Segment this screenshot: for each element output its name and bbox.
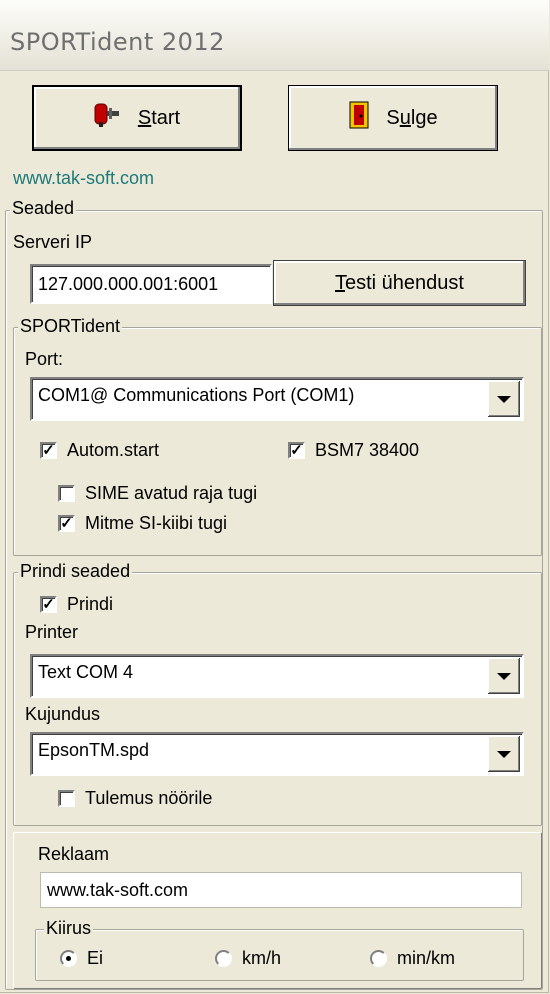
printer-select-value: Text COM 4 [38,662,134,682]
kiirus-group-title: Kiirus [44,918,94,939]
port-select[interactable]: COM1@ Communications Port (COM1) [30,377,524,421]
autom-start-label: Autom.start [67,440,160,460]
mitme-checkbox[interactable]: ✓ Mitme SI-kiibi tugi [58,513,227,534]
radio-unselected-icon [215,950,232,967]
prindi-label: Prindi [67,594,114,614]
stopwatch-icon [94,102,124,134]
app-window: SPORTident 2012 Start Sulge www.tak-soft… [0,0,549,993]
kiirus-option-kmh-label: km/h [242,948,282,968]
kujundus-select[interactable]: EpsonTM.spd [30,732,524,776]
dropdown-arrow-icon[interactable] [488,381,520,417]
radio-selected-icon [60,950,77,967]
reklaam-field[interactable]: www.tak-soft.com [40,872,522,908]
tulemus-check-icon [58,790,75,807]
printer-label: Printer [25,622,79,642]
mitme-check-icon: ✓ [58,515,75,532]
sime-label: SIME avatud raja tugi [85,483,258,503]
radio-unselected-icon [370,950,387,967]
kiirus-option-kmh[interactable]: km/h [215,948,281,969]
server-ip-field[interactable]: 127.000.000.001:6001 [30,264,272,304]
sime-check-icon [58,485,75,502]
prindi-check-icon: ✓ [40,596,57,613]
close-button-label: Sulge [386,106,438,129]
settings-group-title: Seaded [10,198,77,219]
tulemus-label: Tulemus nöörile [85,788,213,808]
start-button-label: Start [137,106,181,129]
reklaam-label: Reklaam [38,844,110,864]
bsm7-check-icon: ✓ [288,442,305,459]
mitme-label: Mitme SI-kiibi tugi [85,513,228,533]
exit-door-icon [348,101,372,135]
kujundus-select-value: EpsonTM.spd [38,740,150,760]
port-label: Port: [25,349,64,369]
server-ip-label: Serveri IP [13,232,93,252]
dropdown-arrow-icon[interactable] [488,736,520,772]
kiirus-option-minkm[interactable]: min/km [370,948,455,969]
window-title: SPORTident 2012 [10,28,225,56]
test-connection-label: Testi ühendust [335,271,464,294]
kiirus-option-ei-label: Ei [87,948,104,968]
test-connection-button[interactable]: Testi ühendust [273,260,526,306]
autom-start-check-icon: ✓ [40,442,57,459]
kiirus-option-minkm-label: min/km [397,948,455,968]
title-bar: SPORTident 2012 [0,0,549,71]
kujundus-label: Kujundus [25,704,101,724]
kiirus-option-ei[interactable]: Ei [60,948,103,969]
printer-select[interactable]: Text COM 4 [30,654,524,698]
bsm7-label: BSM7 38400 [315,440,420,460]
print-settings-group-title: Prindi seaded [18,561,133,582]
bsm7-checkbox[interactable]: ✓ BSM7 38400 [288,440,419,461]
sportident-group-title: SPORTident [18,316,123,337]
sime-checkbox[interactable]: SIME avatud raja tugi [58,483,257,504]
dropdown-arrow-icon[interactable] [488,658,520,694]
close-button[interactable]: Sulge [288,85,498,151]
website-link[interactable]: www.tak-soft.com [13,168,154,189]
start-button[interactable]: Start [32,85,242,151]
prindi-checkbox[interactable]: ✓ Prindi [40,594,113,615]
tulemus-checkbox[interactable]: Tulemus nöörile [58,788,212,809]
port-select-value: COM1@ Communications Port (COM1) [38,385,355,405]
autom-start-checkbox[interactable]: ✓ Autom.start [40,440,159,461]
